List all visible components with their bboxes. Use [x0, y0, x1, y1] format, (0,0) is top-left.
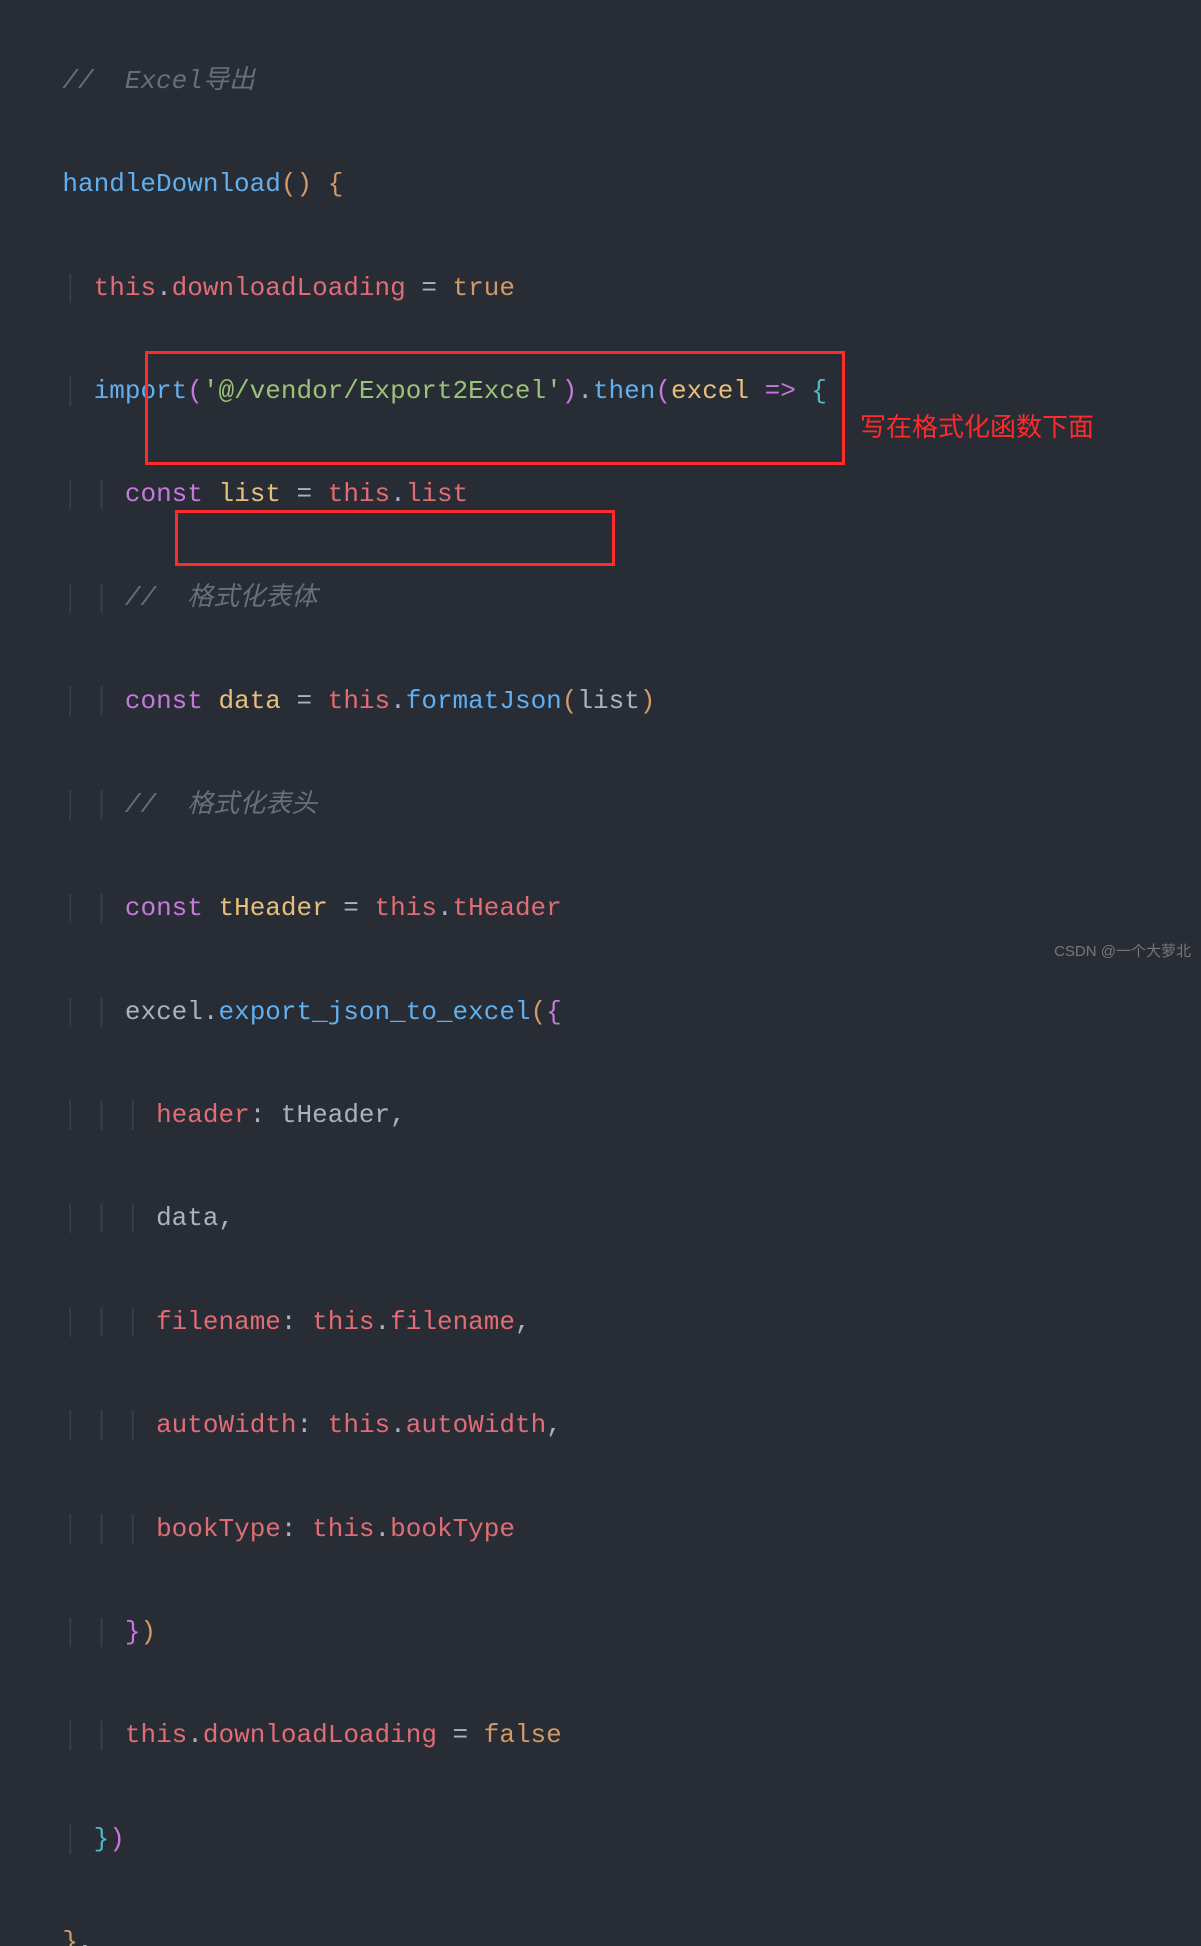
code-line: │ │ │ header: tHeader, — [0, 1090, 1201, 1142]
code-line: │ }) — [0, 1814, 1201, 1866]
comment: // Excel导出 — [62, 66, 254, 96]
watermark: CSDN @一个大萝北 — [1054, 937, 1191, 967]
code-line: │ │ │ bookType: this.bookType — [0, 1504, 1201, 1556]
code-line: handleDownload() { — [0, 159, 1201, 211]
annotation-text: 写在格式化函数下面 — [860, 402, 1094, 454]
code-editor[interactable]: // Excel导出 handleDownload() { │ this.dow… — [0, 0, 1201, 1946]
function-name: handleDownload — [62, 169, 280, 199]
code-line: │ │ const data = this.formatJson(list) — [0, 676, 1201, 728]
code-line: │ │ │ filename: this.filename, — [0, 1297, 1201, 1349]
code-line: │ │ // 格式化表头 — [0, 780, 1201, 832]
code-line: │ │ // 格式化表体 — [0, 573, 1201, 625]
code-line: │ │ const tHeader = this.tHeader — [0, 883, 1201, 935]
code-line: │ │ }) — [0, 1607, 1201, 1659]
code-line: // Excel导出 — [0, 56, 1201, 108]
code-line: │ │ │ data, — [0, 1193, 1201, 1245]
code-line: │ │ const list = this.list — [0, 469, 1201, 521]
code-line: │ │ │ autoWidth: this.autoWidth, — [0, 1400, 1201, 1452]
code-line: }, — [0, 1917, 1201, 1946]
code-line: │ │ excel.export_json_to_excel({ — [0, 987, 1201, 1039]
code-line: │ │ this.downloadLoading = false — [0, 1710, 1201, 1762]
code-line: │ this.downloadLoading = true — [0, 263, 1201, 315]
